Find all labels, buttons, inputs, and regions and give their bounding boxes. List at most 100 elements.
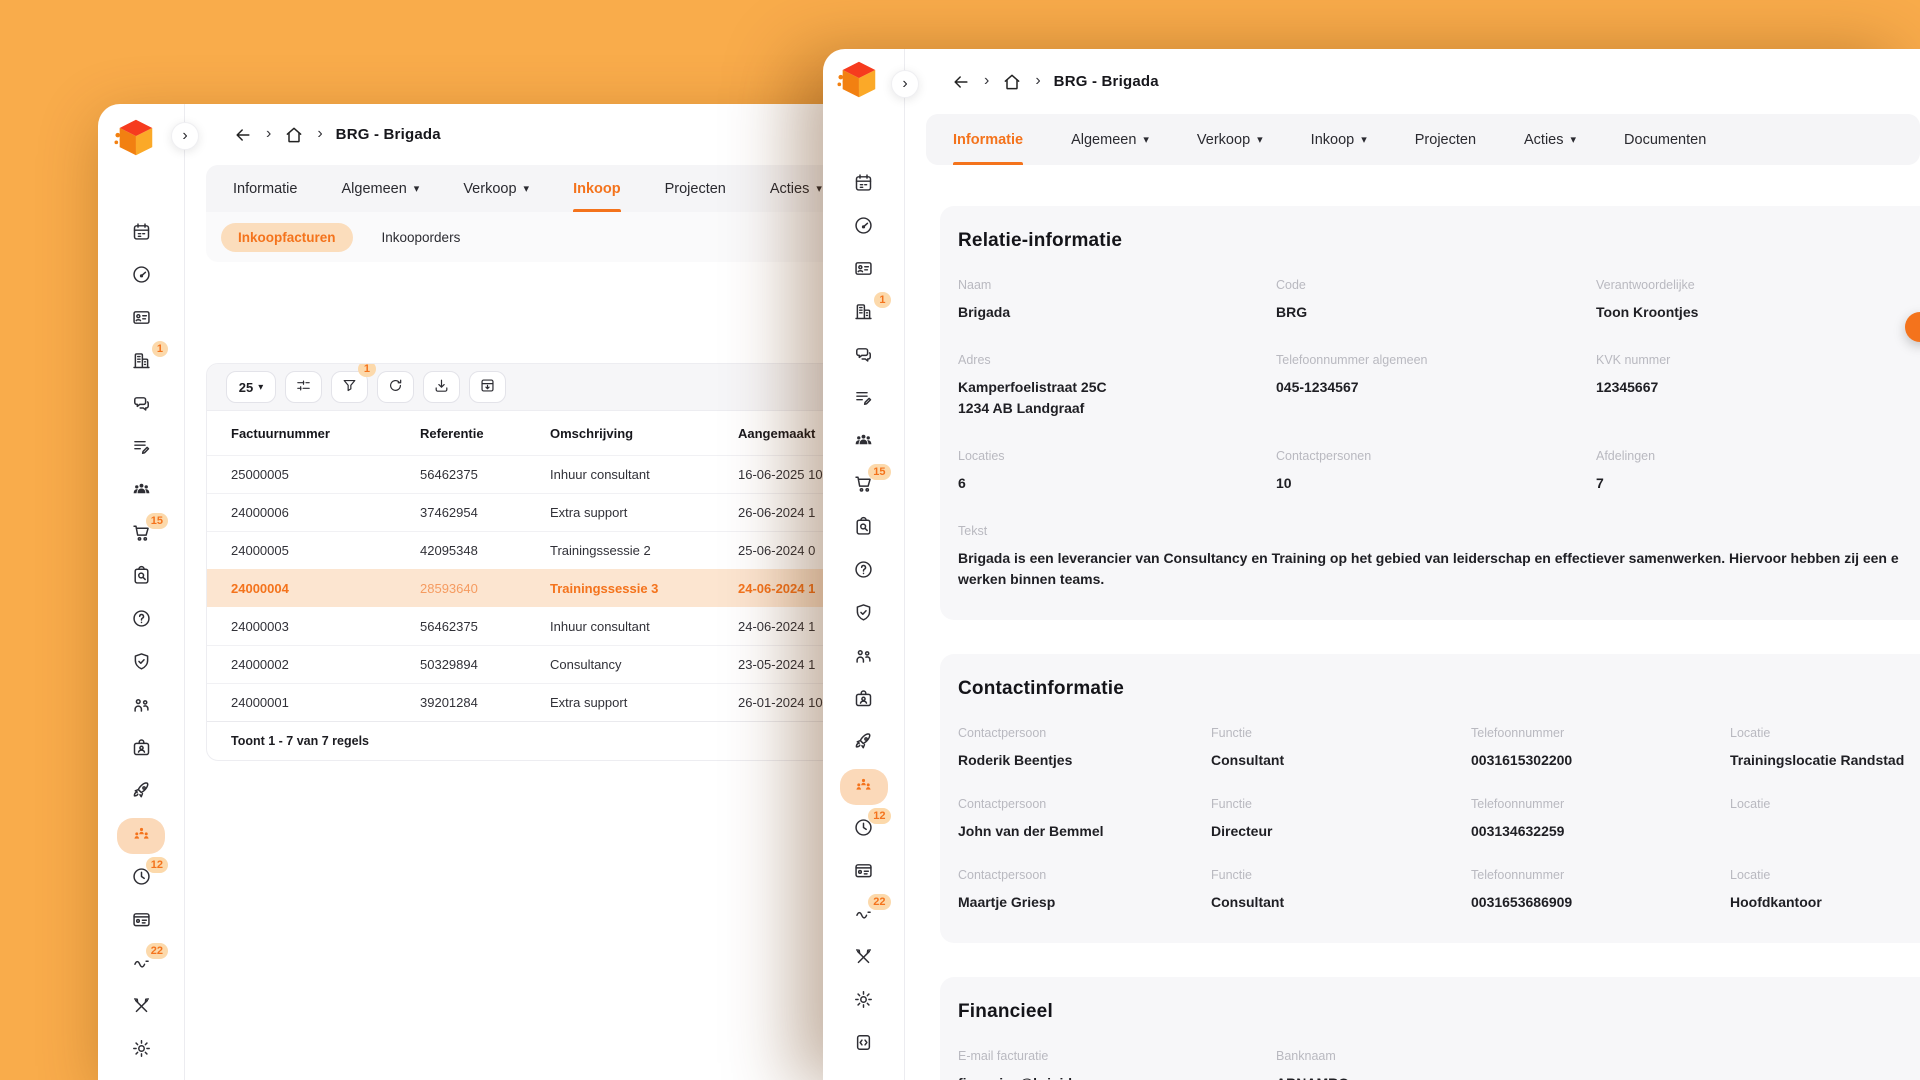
sidebar-item[interactable] — [113, 728, 169, 771]
cell-factuurnummer: 24000003 — [231, 619, 420, 634]
help-icon — [853, 559, 874, 585]
refresh-icon — [387, 377, 404, 397]
sidebar-item[interactable] — [836, 378, 892, 421]
sidebar-item[interactable]: 15 — [836, 464, 892, 507]
sidebar-expand-button[interactable]: › — [171, 122, 199, 150]
sidebar-item[interactable] — [113, 298, 169, 341]
refresh-button[interactable] — [377, 371, 414, 403]
cell-omschrijving: Consultancy — [550, 657, 738, 672]
sidebar-item[interactable] — [836, 722, 892, 765]
sidebar-item[interactable] — [840, 769, 888, 805]
sidebar-item[interactable] — [836, 163, 892, 206]
cell-referentie: 39201284 — [420, 695, 550, 710]
sidebar-item[interactable] — [113, 900, 169, 943]
field-label: Tekst — [958, 524, 1920, 538]
home-icon[interactable] — [284, 125, 304, 145]
back-arrow-icon[interactable] — [233, 125, 253, 145]
sidebar-item[interactable] — [113, 427, 169, 470]
sidebar-item[interactable] — [836, 1023, 892, 1066]
subtab-item[interactable]: Inkooporders — [365, 223, 478, 252]
left-sidebar: › — [98, 104, 185, 1080]
org-icon — [853, 774, 874, 800]
archive-button[interactable] — [469, 371, 506, 403]
field: Banknaam ABNAMRO — [1276, 1049, 1920, 1080]
tab-item[interactable]: Documenten — [1624, 114, 1706, 165]
column-settings-button[interactable] — [285, 371, 322, 403]
sidebar-item[interactable]: 1 — [113, 341, 169, 384]
sidebar-item[interactable] — [113, 685, 169, 728]
sidebar-item[interactable] — [836, 550, 892, 593]
sidebar-item[interactable] — [113, 599, 169, 642]
sidebar-item[interactable] — [836, 636, 892, 679]
sidebar-item[interactable]: 22 — [836, 894, 892, 937]
subtab-item[interactable]: Inkoopfacturen — [221, 223, 353, 252]
tab-item[interactable]: Inkoop — [573, 165, 621, 212]
presentation-icon — [853, 645, 874, 671]
sidebar-item[interactable]: 12 — [113, 857, 169, 900]
sidebar-item[interactable] — [113, 1029, 169, 1072]
tab-item[interactable]: Informatie — [233, 165, 297, 212]
sidebar-item[interactable] — [836, 421, 892, 464]
field: Telefoonnummer algemeen 045-1234567 — [1276, 353, 1596, 419]
back-arrow-icon[interactable] — [951, 72, 971, 92]
sidebar-item[interactable] — [113, 556, 169, 599]
chevron-right-icon: › — [317, 125, 322, 143]
tab-item[interactable]: Algemeen ▾ — [1071, 114, 1149, 165]
sidebar-item[interactable] — [836, 206, 892, 249]
sidebar-item[interactable] — [836, 980, 892, 1023]
sidebar-item[interactable] — [113, 212, 169, 255]
id-card-icon — [131, 307, 152, 333]
sidebar-item[interactable] — [113, 470, 169, 513]
sidebar-item[interactable] — [836, 507, 892, 550]
tab-item[interactable]: Informatie — [953, 114, 1023, 165]
field-label: E-mail facturatie — [958, 1049, 1276, 1063]
field-value: 12345667 — [1596, 377, 1920, 398]
sidebar-item[interactable]: 22 — [113, 943, 169, 986]
cell-omschrijving: Trainingssessie 2 — [550, 543, 738, 558]
chevron-down-icon: ▾ — [1143, 133, 1149, 146]
home-icon[interactable] — [1002, 72, 1022, 92]
tab-item[interactable]: Verkoop ▾ — [463, 165, 529, 212]
sidebar-item[interactable] — [836, 249, 892, 292]
tab-item[interactable]: Acties ▾ — [770, 165, 822, 212]
sidebar-item[interactable] — [836, 851, 892, 894]
sidebar-item[interactable]: 1 — [836, 292, 892, 335]
detail-cards: Relatie-informatie Naam Brigada Code BRG — [940, 206, 1920, 1080]
sidebar-item[interactable] — [836, 593, 892, 636]
sidebar-item[interactable] — [113, 255, 169, 298]
cell-referentie: 56462375 — [420, 467, 550, 482]
sidebar-item[interactable] — [836, 679, 892, 722]
sidebar-item[interactable] — [113, 1072, 169, 1080]
column-header[interactable]: Referentie — [420, 426, 550, 441]
sidebar-expand-button[interactable]: › — [891, 70, 919, 98]
sidebar-item[interactable]: 15 — [113, 513, 169, 556]
tab-item[interactable]: Algemeen ▾ — [341, 165, 419, 212]
tab-item[interactable]: Projecten — [665, 165, 726, 212]
notification-badge: 1 — [152, 341, 168, 357]
chevron-down-icon: ▾ — [414, 182, 420, 195]
sidebar-item[interactable]: 12 — [836, 808, 892, 851]
tab-item[interactable]: Inkoop ▾ — [1311, 114, 1367, 165]
download-button[interactable] — [423, 371, 460, 403]
tab-item[interactable]: Acties ▾ — [1524, 114, 1576, 165]
building-icon — [853, 301, 874, 327]
column-header[interactable]: Omschrijving — [550, 426, 738, 441]
sidebar-item[interactable] — [113, 384, 169, 427]
page-size-select[interactable]: 25 ▾ — [226, 371, 276, 403]
tab-item[interactable]: Verkoop ▾ — [1197, 114, 1263, 165]
sidebar-item[interactable] — [836, 335, 892, 378]
section-title: Relatie-informatie — [958, 230, 1920, 252]
sidebar-item[interactable] — [836, 937, 892, 980]
field-value: Brigada is een leverancier van Consultan… — [958, 548, 1920, 569]
chevron-down-icon: ▾ — [1571, 133, 1577, 146]
tab-item[interactable]: Projecten — [1415, 114, 1476, 165]
sidebar-item[interactable] — [113, 986, 169, 1029]
chevron-down-icon: ▾ — [1361, 133, 1367, 146]
field-label: Functie — [1211, 797, 1471, 811]
sidebar-item[interactable] — [113, 642, 169, 685]
column-header[interactable]: Factuurnummer — [231, 426, 420, 441]
sidebar-item[interactable] — [113, 771, 169, 814]
section-title: Contactinformatie — [958, 678, 1920, 700]
field-value: 10 — [1276, 473, 1596, 494]
sidebar-item[interactable] — [117, 818, 165, 854]
